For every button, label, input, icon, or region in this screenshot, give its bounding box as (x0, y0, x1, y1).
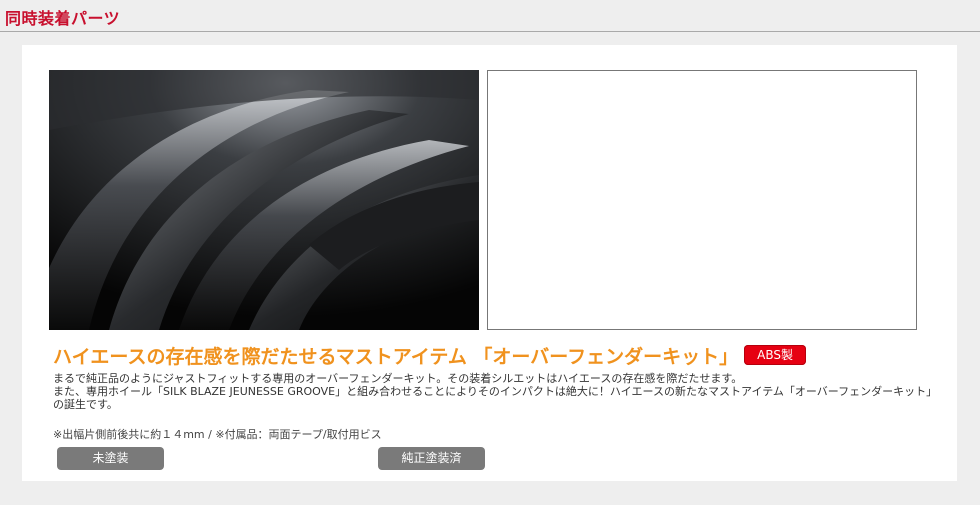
material-badge: ABS製 (744, 345, 806, 365)
headline-row: ハイエースの存在感を際だたせるマストアイテム 「オーバーフェンダーキット」 AB… (53, 342, 806, 368)
fender-photo-illustration (49, 70, 479, 330)
section-header: 同時装着パーツ (0, 0, 980, 32)
description-line: まるで純正品のようにジャストフィットする専用のオーバーフェンダーキット。その装着… (53, 372, 743, 385)
factory-painted-button[interactable]: 純正塗装済 (378, 447, 485, 470)
description-line: また、専用ホイール「SILK BLAZE JEUNESSE GROOVE」と組み… (53, 385, 932, 411)
product-note: ※出幅片側前後共に約１４mm / ※付属品：両面テープ/取付用ビス (53, 428, 382, 441)
image-placeholder-frame (487, 70, 917, 330)
product-card: ハイエースの存在感を際だたせるマストアイテム 「オーバーフェンダーキット」 AB… (22, 45, 957, 481)
unpainted-button[interactable]: 未塗装 (57, 447, 164, 470)
product-description: まるで純正品のようにジャストフィットする専用のオーバーフェンダーキット。その装着… (53, 372, 933, 411)
product-headline: ハイエースの存在感を際だたせるマストアイテム 「オーバーフェンダーキット」 (53, 345, 739, 368)
section-title: 同時装着パーツ (5, 9, 121, 28)
product-photo (49, 70, 479, 330)
